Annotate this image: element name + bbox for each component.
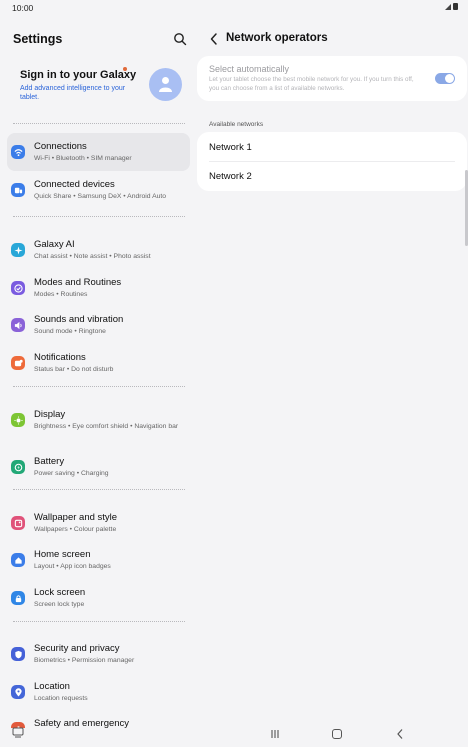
signal-icon — [445, 4, 451, 10]
status-bar: 10:00 — [0, 0, 468, 16]
settings-item-connections[interactable]: Connections Wi-Fi • Bluetooth • SIM mana… — [7, 133, 190, 171]
item-desc: Biometrics • Permission manager — [34, 657, 135, 664]
navigation-bar — [0, 724, 468, 747]
item-label: Galaxy AI — [34, 239, 75, 250]
select-automatically-desc: Let your tablet choose the best mobile n… — [209, 76, 414, 92]
item-desc: Sound mode • Ringtone — [34, 328, 106, 335]
item-desc: Brightness • Eye comfort shield • Naviga… — [34, 423, 179, 430]
item-label: Security and privacy — [34, 643, 120, 654]
item-label: Sounds and vibration — [34, 314, 124, 325]
divider — [209, 161, 455, 162]
item-desc: Screen lock type — [34, 601, 85, 608]
page-title: Network operators — [226, 32, 328, 44]
location-icon — [11, 685, 25, 699]
item-label: Location — [34, 681, 70, 692]
wifi-icon — [11, 145, 25, 159]
item-desc: Quick Share • Samsung DeX • Android Auto — [34, 193, 167, 200]
select-automatically-toggle[interactable] — [435, 73, 455, 84]
settings-item-modes-routines[interactable]: Modes and Routines Modes • Routines — [7, 269, 190, 307]
status-time: 10:00 — [12, 3, 34, 13]
settings-item-wallpaper[interactable]: Wallpaper and style Wallpapers • Colour … — [7, 504, 190, 542]
select-automatically-row[interactable]: Select automatically Let your tablet cho… — [197, 56, 467, 101]
account-card[interactable]: Sign in to your Galaxy Add advanced inte… — [8, 64, 190, 124]
item-label: Connections — [34, 141, 87, 152]
item-desc: Wi-Fi • Bluetooth • SIM manager — [34, 155, 132, 162]
section-header: Available networks — [209, 121, 264, 128]
notification-dot — [123, 67, 127, 71]
home-icon — [11, 553, 25, 567]
settings-item-lock-screen[interactable]: Lock screen Screen lock type — [7, 579, 190, 617]
divider — [13, 216, 185, 217]
back-icon[interactable] — [396, 728, 404, 740]
keyboard-icon[interactable] — [12, 727, 24, 738]
item-label: Wallpaper and style — [34, 512, 118, 523]
item-desc: Layout • App icon badges — [34, 563, 111, 570]
settings-item-notifications[interactable]: Notifications Status bar • Do not distur… — [7, 344, 190, 382]
item-label: Notifications — [34, 352, 86, 363]
person-icon — [159, 77, 172, 92]
settings-pane: Settings Sign in to your Galaxy Add adva… — [0, 16, 196, 728]
network-operators-pane: Network operators Select automatically L… — [197, 16, 468, 728]
account-subtitle: Add advanced intelligence to your tablet… — [20, 85, 126, 101]
settings-item-security[interactable]: Security and privacy Biometrics • Permis… — [7, 635, 190, 673]
divider — [13, 621, 185, 622]
item-label: Display — [34, 409, 66, 420]
account-title: Sign in to your Galaxy — [20, 69, 137, 81]
page-title: Settings — [13, 32, 63, 46]
settings-item-display[interactable]: Display Brightness • Eye comfort shield … — [7, 401, 190, 439]
item-desc: Power saving • Charging — [34, 470, 109, 477]
back-arrow-icon[interactable] — [209, 32, 219, 46]
divider — [13, 123, 185, 124]
item-desc: Location requests — [34, 695, 88, 702]
item-label: Lock screen — [34, 587, 86, 598]
sparkle-icon — [11, 243, 25, 257]
check-circle-icon — [11, 281, 25, 295]
image-icon — [11, 516, 25, 530]
item-label: Connected devices — [34, 179, 115, 190]
settings-item-sounds[interactable]: Sounds and vibration Sound mode • Ringto… — [7, 306, 190, 344]
avatar — [149, 68, 182, 101]
available-networks-list: Network 1 Network 2 — [197, 132, 467, 191]
divider — [13, 386, 185, 387]
devices-icon — [11, 183, 25, 197]
item-desc: Wallpapers • Colour palette — [34, 526, 117, 533]
settings-item-location[interactable]: Location Location requests — [7, 673, 190, 711]
speaker-icon — [11, 318, 25, 332]
settings-item-home-screen[interactable]: Home screen Layout • App icon badges — [7, 541, 190, 579]
shield-icon — [11, 647, 25, 661]
battery-icon — [11, 460, 25, 474]
item-label: Battery — [34, 456, 65, 467]
network-option-1[interactable]: Network 1 — [209, 142, 252, 153]
divider — [13, 489, 185, 490]
sun-icon — [11, 413, 25, 427]
network-option-2[interactable]: Network 2 — [209, 171, 252, 182]
home-button-icon[interactable] — [332, 729, 342, 739]
lock-icon — [11, 591, 25, 605]
search-icon[interactable] — [173, 32, 187, 46]
item-desc: Chat assist • Note assist • Photo assist — [34, 253, 151, 260]
item-desc: Modes • Routines — [34, 291, 88, 298]
item-desc: Status bar • Do not disturb — [34, 366, 114, 373]
battery-status-icon — [453, 3, 458, 10]
settings-item-galaxy-ai[interactable]: Galaxy AI Chat assist • Note assist • Ph… — [7, 231, 190, 269]
item-label: Home screen — [34, 549, 91, 560]
select-automatically-title: Select automatically — [209, 64, 290, 74]
settings-item-connected-devices[interactable]: Connected devices Quick Share • Samsung … — [7, 171, 190, 209]
item-label: Modes and Routines — [34, 277, 122, 288]
settings-item-battery[interactable]: Battery Power saving • Charging — [7, 448, 190, 486]
recent-apps-icon[interactable] — [270, 729, 280, 739]
bell-icon — [11, 356, 25, 370]
